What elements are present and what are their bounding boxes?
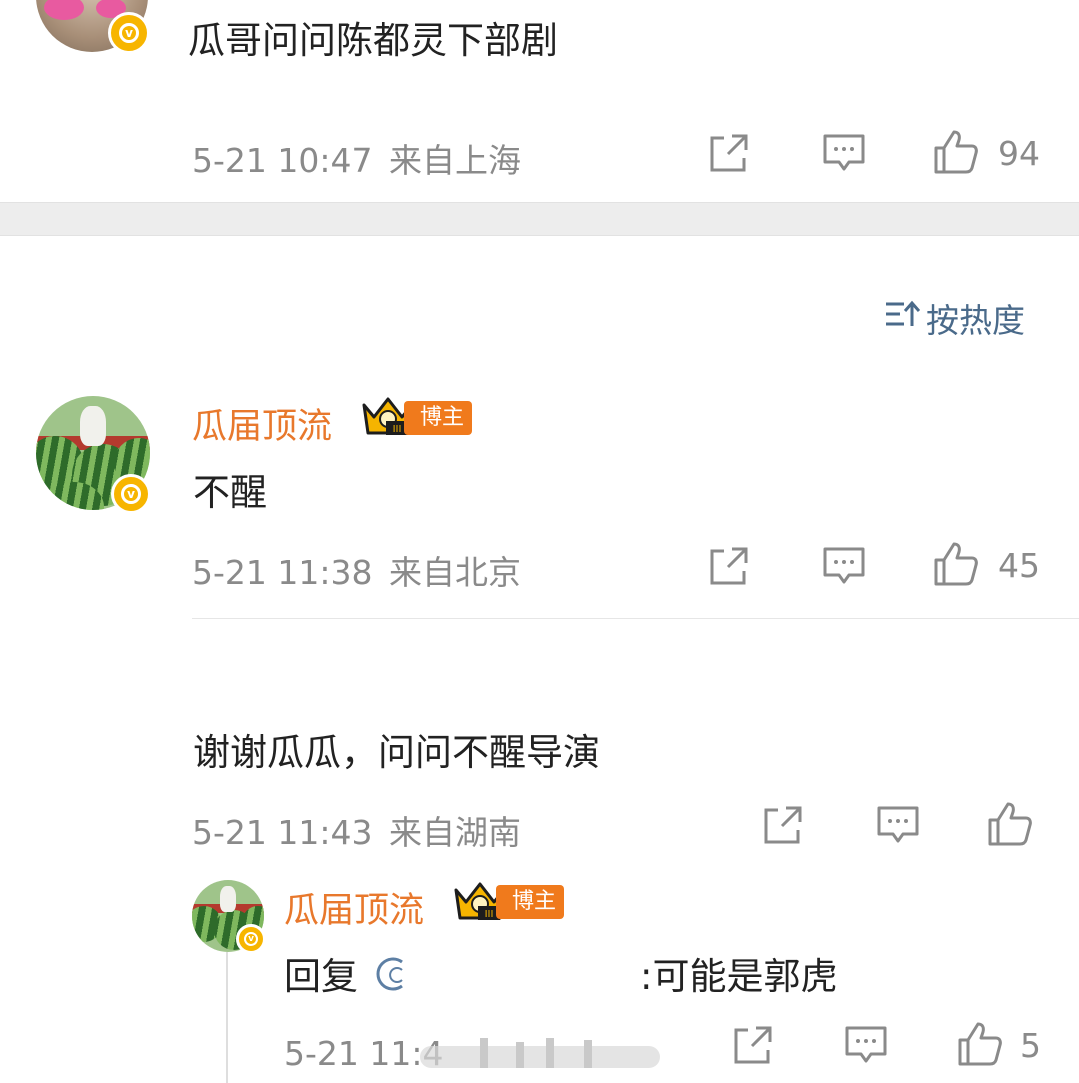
- comment-username[interactable]: 瓜届顶流: [192, 398, 332, 449]
- comment-location: 来自湖南: [389, 813, 521, 852]
- comment-text: 谢谢瓜瓜，问问不醒导演: [193, 731, 600, 774]
- sort-by-hot-button[interactable]: 按热度: [884, 294, 1025, 342]
- share-icon[interactable]: [708, 545, 750, 587]
- section-divider: [0, 202, 1079, 236]
- comment-location: 来自上海: [389, 141, 521, 180]
- sort-label: 按热度: [926, 301, 1025, 340]
- like-icon[interactable]: [932, 128, 980, 176]
- comment-separator: [192, 618, 1079, 619]
- like-icon[interactable]: [956, 1020, 1004, 1068]
- blogger-badge: 博主: [404, 401, 473, 435]
- comment-meta: 5-21 11:38 来自北京: [192, 546, 521, 594]
- reply-text: :可能是郭虎: [640, 955, 838, 998]
- comment-icon[interactable]: [822, 132, 866, 174]
- comment-icon[interactable]: [822, 545, 866, 587]
- reply-prefix: 回复: [284, 955, 358, 998]
- like-icon[interactable]: [986, 800, 1034, 848]
- blogger-badge: 博主: [496, 885, 565, 919]
- like-icon[interactable]: [932, 540, 980, 588]
- comment-time: 5-21 11:43: [192, 813, 373, 852]
- comment-icon[interactable]: [844, 1024, 888, 1066]
- reply-username[interactable]: 瓜届顶流: [284, 882, 424, 933]
- svg-text:III: III: [393, 424, 402, 435]
- share-icon[interactable]: [732, 1024, 774, 1066]
- comment-time: 5-21 11:38: [192, 553, 373, 592]
- verified-badge-icon: v: [108, 12, 150, 54]
- redacted-mention: [372, 954, 634, 994]
- sort-icon: [884, 298, 921, 338]
- comment-text: 不醒: [193, 471, 267, 514]
- comment-meta: 5-21 10:47 来自上海: [192, 134, 521, 182]
- verified-badge-icon: v: [111, 474, 151, 514]
- like-count: 5: [1020, 1026, 1041, 1065]
- comment-icon[interactable]: [876, 804, 920, 846]
- svg-text:III: III: [485, 909, 494, 920]
- like-count: 94: [998, 134, 1040, 173]
- comment-time: 5-21 10:47: [192, 141, 373, 180]
- comment-location: 来自北京: [389, 553, 521, 592]
- reply-thread-line: [226, 952, 228, 1083]
- share-icon[interactable]: [708, 132, 750, 174]
- watermark: [418, 1036, 662, 1072]
- like-count: 45: [998, 546, 1040, 585]
- verified-badge-icon: v: [236, 924, 266, 954]
- share-icon[interactable]: [762, 804, 804, 846]
- comment-meta: 5-21 11:43 来自湖南: [192, 806, 521, 854]
- comment-text: 瓜哥问问陈都灵下部剧: [188, 19, 558, 62]
